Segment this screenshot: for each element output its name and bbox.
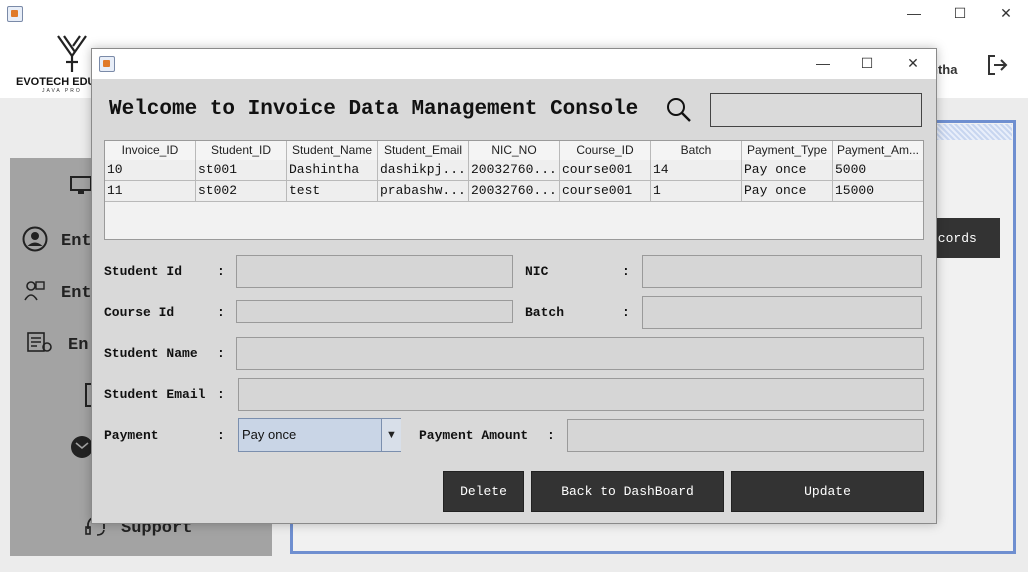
colon-separator: :	[217, 346, 225, 361]
table-cell: 20032760...	[469, 160, 560, 180]
invoice-dialog: — ☐ ✕ Welcome to Invoice Data Management…	[91, 48, 937, 524]
page-title: Welcome to Invoice Data Management Conso…	[109, 98, 639, 121]
colon-separator: :	[547, 428, 555, 443]
colon-separator: :	[622, 305, 630, 320]
column-header-payment-type[interactable]: Payment_Type	[742, 141, 833, 160]
colon-separator: :	[217, 428, 225, 443]
table-cell: 20032760...	[469, 181, 560, 201]
table-row[interactable]: 10 st001 Dashintha dashikpj... 20032760.…	[105, 160, 923, 181]
background-minimize-button[interactable]: —	[899, 0, 929, 26]
table-cell: st001	[196, 160, 287, 180]
table-cell: test	[287, 181, 378, 201]
table-cell: 14	[651, 160, 742, 180]
teacher-icon	[24, 281, 45, 301]
batch-label: Batch	[525, 305, 565, 320]
payment-label: Payment	[104, 428, 159, 443]
user-circle-icon	[22, 226, 48, 252]
student-name-field[interactable]	[236, 337, 924, 370]
update-button[interactable]: Update	[731, 471, 924, 512]
table-cell: Dashintha	[287, 160, 378, 180]
table-cell: st002	[196, 181, 287, 201]
dashboard-icon	[70, 176, 92, 194]
column-header-nic-no[interactable]: NIC_NO	[469, 141, 560, 160]
column-header-student-id[interactable]: Student_ID	[196, 141, 287, 160]
background-maximize-button[interactable]: ☐	[945, 0, 975, 26]
table-cell: dashikpj...	[378, 160, 469, 180]
column-header-batch[interactable]: Batch	[651, 141, 742, 160]
sidebar-item-label: Ent	[61, 284, 92, 303]
java-app-icon	[7, 6, 23, 22]
table-cell: 10	[105, 160, 196, 180]
table-cell: course001	[560, 181, 651, 201]
payment-type-selected: Pay once	[242, 427, 297, 442]
background-window-titlebar	[0, 0, 1028, 26]
column-header-payment-amount[interactable]: Payment_Am...	[833, 141, 923, 160]
payment-amount-field[interactable]	[567, 419, 924, 452]
records-button[interactable]: ecords	[930, 218, 1000, 258]
table-cell: prabashw...	[378, 181, 469, 201]
student-email-field[interactable]	[238, 378, 924, 411]
dialog-maximize-button[interactable]: ☐	[852, 49, 882, 77]
colon-separator: :	[217, 264, 225, 279]
nic-label: NIC	[525, 264, 549, 279]
chevron-down-icon[interactable]: ▼	[381, 419, 401, 451]
student-id-label: Student Id	[104, 264, 183, 279]
dialog-close-button[interactable]: ✕	[898, 49, 928, 77]
column-header-course-id[interactable]: Course_ID	[560, 141, 651, 160]
background-close-button[interactable]: ✕	[991, 0, 1021, 26]
invoice-table: Invoice_ID Student_ID Student_Name Stude…	[104, 140, 924, 240]
nic-field[interactable]	[642, 255, 922, 288]
table-cell: course001	[560, 160, 651, 180]
delete-button[interactable]: Delete	[443, 471, 524, 512]
records-label: ecords	[930, 230, 977, 246]
logo-subtext: JAVA PRO	[42, 88, 82, 94]
java-app-icon	[99, 56, 115, 72]
colon-separator: :	[217, 387, 225, 402]
course-icon	[27, 332, 52, 352]
student-id-field[interactable]	[236, 255, 513, 288]
logo-text: EVOTECH EDU	[16, 76, 96, 88]
table-cell: Pay once	[742, 181, 833, 201]
panel-scroll-strip	[936, 124, 1012, 140]
colon-separator: :	[217, 305, 225, 320]
sidebar-item-label: En	[68, 336, 89, 355]
payment-type-select[interactable]: Pay once ▼	[238, 418, 401, 452]
table-header-row: Invoice_ID Student_ID Student_Name Stude…	[105, 141, 923, 161]
email-icon	[71, 436, 93, 458]
column-header-student-email[interactable]: Student_Email	[378, 141, 469, 160]
course-id-field[interactable]	[236, 300, 513, 323]
column-header-student-name[interactable]: Student_Name	[287, 141, 378, 160]
sidebar-item-label: Ent	[61, 232, 92, 251]
colon-separator: :	[622, 264, 630, 279]
course-id-label: Course Id	[104, 305, 175, 320]
search-icon[interactable]	[666, 97, 692, 123]
column-header-invoice-id[interactable]: Invoice_ID	[105, 141, 196, 160]
table-cell: 11	[105, 181, 196, 201]
search-input[interactable]	[710, 93, 922, 127]
dialog-minimize-button[interactable]: —	[808, 49, 838, 77]
table-cell: 1	[651, 181, 742, 201]
back-to-dashboard-button[interactable]: Back to DashBoard	[531, 471, 724, 512]
payment-amount-label: Payment Amount	[419, 428, 529, 443]
logout-icon[interactable]	[985, 53, 1009, 77]
table-cell: 15000	[835, 183, 875, 198]
table-cell: 5000	[835, 162, 867, 177]
student-email-label: Student Email	[104, 387, 206, 402]
table-cell: Pay once	[742, 160, 833, 180]
student-name-label: Student Name	[104, 346, 198, 361]
table-row[interactable]: 11 st002 test prabashw... 20032760... co…	[105, 181, 923, 202]
batch-field[interactable]	[642, 296, 922, 329]
